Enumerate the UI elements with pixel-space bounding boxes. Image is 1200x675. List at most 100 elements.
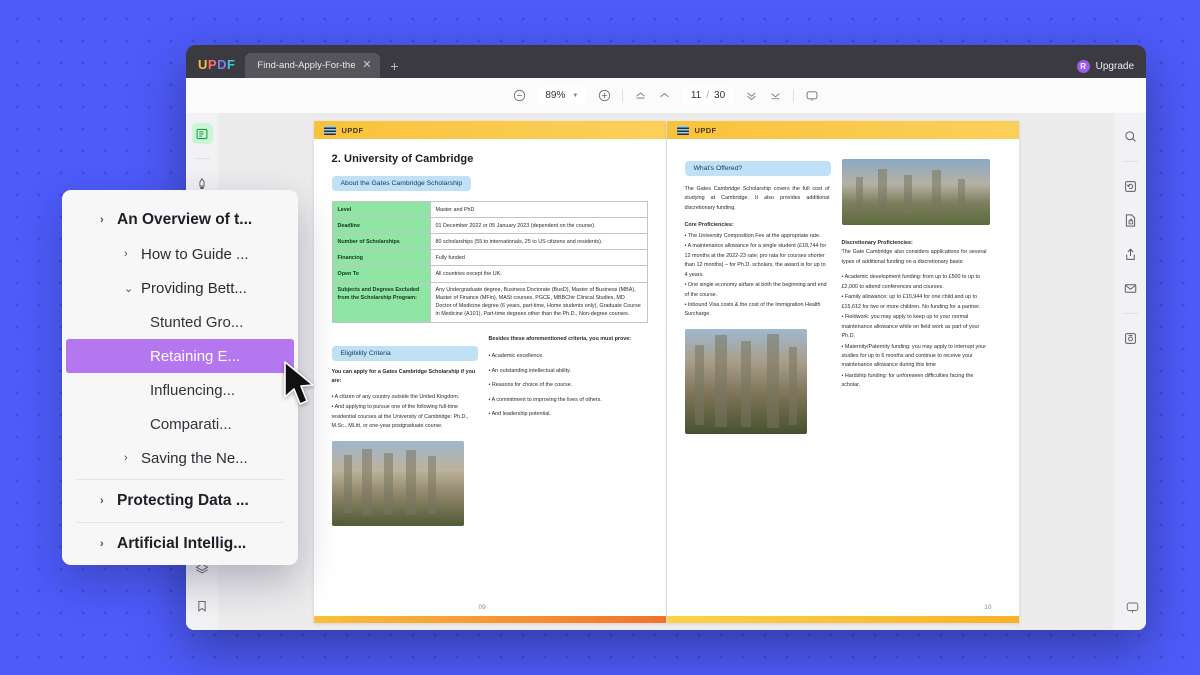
table-key: Financing: [331, 249, 431, 267]
updf-mark-icon: [676, 125, 689, 135]
outline-item-0[interactable]: › An Overview of t...: [62, 203, 298, 237]
section-pill-eligibility: Eligibility Criteria: [331, 345, 478, 361]
right-rail-divider: [1122, 161, 1138, 162]
page-right-columns: What's Offered? The Gates Cambridge Scho…: [684, 157, 1001, 434]
besides-bullet: • An outstanding intellectual ability.: [488, 367, 571, 374]
mouse-cursor: [284, 361, 314, 405]
toolbar: 89% ▼ 11 / 30: [186, 78, 1146, 113]
chevron-right-icon[interactable]: ›: [124, 248, 133, 260]
discretionary-column: Discretionary Proficiencies: The Gate Ca…: [841, 157, 990, 434]
add-comment-button[interactable]: [1125, 600, 1140, 620]
email-icon[interactable]: [1120, 278, 1141, 299]
chevron-right-icon[interactable]: ›: [100, 538, 109, 550]
outline-item-label: Saving the Ne...: [141, 449, 248, 467]
convert-icon[interactable]: [1120, 176, 1141, 197]
outline-item-1[interactable]: › How to Guide ...: [62, 237, 298, 271]
pdf-page-right[interactable]: UPDF What's Offered? The Gates Cambridge…: [666, 121, 1019, 623]
protect-icon[interactable]: [1120, 210, 1141, 231]
chevron-right-icon[interactable]: ›: [100, 495, 109, 507]
outline-item-3[interactable]: Stunted Gro...: [62, 305, 298, 339]
cambridge-chapel-photo: [331, 440, 464, 526]
page-title: 2. University of Cambridge: [331, 153, 474, 165]
core-bullet: • Inbound Visa costs & the cost of the I…: [684, 301, 821, 318]
outline-panel[interactable]: › An Overview of t... › How to Guide ...…: [62, 190, 298, 565]
outline-item-2[interactable]: ⌄ Providing Bett...: [62, 271, 298, 305]
compress-icon[interactable]: [1120, 328, 1141, 349]
table-row: Level Master and PhD: [331, 200, 648, 219]
table-key: Open To: [331, 265, 431, 283]
next-page-icon[interactable]: [745, 89, 758, 102]
outline-item-label: Providing Bett...: [141, 279, 247, 297]
app-body: 89% ▼ 11 / 30 UPDF 2. University of Camb…: [186, 78, 1146, 630]
document-tab[interactable]: Find-and-Apply-For-the-B ✕: [245, 53, 381, 78]
toolbar-divider: [621, 89, 623, 102]
scholarship-info-table: Level Master and PhD Deadline 01 Decembe…: [331, 200, 648, 323]
besides-bullet: • Academic excellence.: [488, 353, 544, 360]
zoom-out-icon[interactable]: [513, 89, 526, 102]
besides-column: Besides these aforementioned criteria, y…: [489, 335, 634, 526]
reader-mode-icon[interactable]: [191, 123, 213, 144]
eligibility-bullet: • A citizen of any country outside the U…: [331, 393, 460, 400]
outline-item-5[interactable]: Influencing...: [62, 373, 298, 407]
upgrade-label: Upgrade: [1095, 61, 1134, 72]
upgrade-badge-icon: R: [1076, 60, 1090, 73]
search-icon[interactable]: [1120, 126, 1141, 147]
cambridge-aerial-photo: [841, 159, 990, 225]
first-page-icon[interactable]: [634, 89, 647, 102]
outline-item-label: Influencing...: [150, 381, 236, 399]
outline-item-4-selected[interactable]: Retaining E...: [66, 339, 294, 373]
total-pages-value: 30: [714, 90, 726, 101]
band-label-left: UPDF: [341, 125, 364, 135]
outline-item-7[interactable]: › Saving the Ne...: [62, 441, 298, 475]
discretionary-bullet: • Fieldwork: you may apply to keep up to…: [841, 314, 980, 340]
app-window: UPDF Find-and-Apply-For-the-B ✕ + R Upgr…: [186, 45, 1146, 630]
outline-item-6[interactable]: Comparati...: [62, 407, 298, 441]
outline-item-label: Artificial Intellig...: [117, 535, 247, 552]
bookmark-icon[interactable]: [192, 595, 213, 616]
page-header-band-right: UPDF: [666, 121, 1019, 139]
previous-page-icon[interactable]: [658, 89, 671, 102]
zoom-level-select[interactable]: 89% ▼: [536, 87, 587, 104]
zoom-in-icon[interactable]: [598, 89, 611, 102]
outline-divider-2: [76, 522, 284, 523]
comment-icon[interactable]: [805, 89, 819, 103]
new-tab-icon[interactable]: +: [380, 59, 408, 78]
page-number-input[interactable]: 11 / 30: [681, 87, 735, 104]
section-pill-offered: What's Offered?: [684, 161, 831, 176]
table-row: Deadline 01 December 2022 or 05 January …: [331, 217, 648, 235]
page-left-content: 2. University of Cambridge About the Gat…: [314, 139, 666, 526]
outline-item-label: Stunted Gro...: [150, 313, 244, 331]
table-value: Any Undergraduate degree, Business Docto…: [429, 281, 648, 323]
besides-bullet: • A commitment to improving the lives of…: [488, 396, 602, 403]
updf-mark-icon: [323, 125, 336, 135]
updf-logo: UPDF: [198, 57, 236, 72]
chevron-down-icon[interactable]: ⌄: [124, 282, 133, 295]
page-left-columns: Eligibility Criteria You can apply for a…: [331, 335, 648, 526]
page-right-content: What's Offered? The Gates Cambridge Scho…: [667, 139, 1019, 434]
table-value: 80 scholarships (55 to internationals, 2…: [429, 233, 648, 251]
upgrade-button[interactable]: R Upgrade: [1076, 60, 1134, 73]
discretionary-bullet: • Family allowance: up to £10,944 for on…: [841, 294, 981, 310]
outline-divider: [76, 479, 284, 480]
pdf-page-left[interactable]: UPDF 2. University of Cambridge About th…: [313, 121, 666, 623]
chevron-right-icon[interactable]: ›: [100, 214, 109, 226]
outline-item-9[interactable]: › Artificial Intellig...: [62, 527, 298, 561]
discretionary-bullet: • Maternity/Paternity funding: you may a…: [841, 343, 987, 369]
close-tab-icon[interactable]: ✕: [362, 60, 371, 71]
besides-bullet: • Reasons for choice of the course.: [488, 382, 573, 389]
share-icon[interactable]: [1120, 244, 1141, 265]
last-page-icon[interactable]: [769, 89, 782, 102]
outline-item-8[interactable]: › Protecting Data ...: [62, 484, 298, 518]
outline-item-label: An Overview of t...: [117, 211, 253, 228]
core-bullet: • One single economy airfare at both the…: [684, 282, 827, 298]
chevron-right-icon[interactable]: ›: [124, 452, 133, 464]
core-bullet: • A maintenance allowance for a single s…: [684, 243, 827, 278]
table-value: 01 December 2022 or 05 January 2023 (dep…: [429, 217, 648, 235]
document-viewport[interactable]: UPDF 2. University of Cambridge About th…: [218, 113, 1114, 630]
eligibility-intro: You can apply for a Gates Cambridge Scho…: [331, 368, 476, 385]
tab-title: Find-and-Apply-For-the-B: [257, 60, 356, 71]
discretionary-title: Discretionary Proficiencies:: [841, 240, 913, 246]
besides-intro: Besides these aforementioned criteria, y…: [488, 335, 632, 342]
band-label-right: UPDF: [694, 125, 717, 135]
outline-item-label: Protecting Data ...: [117, 492, 249, 509]
